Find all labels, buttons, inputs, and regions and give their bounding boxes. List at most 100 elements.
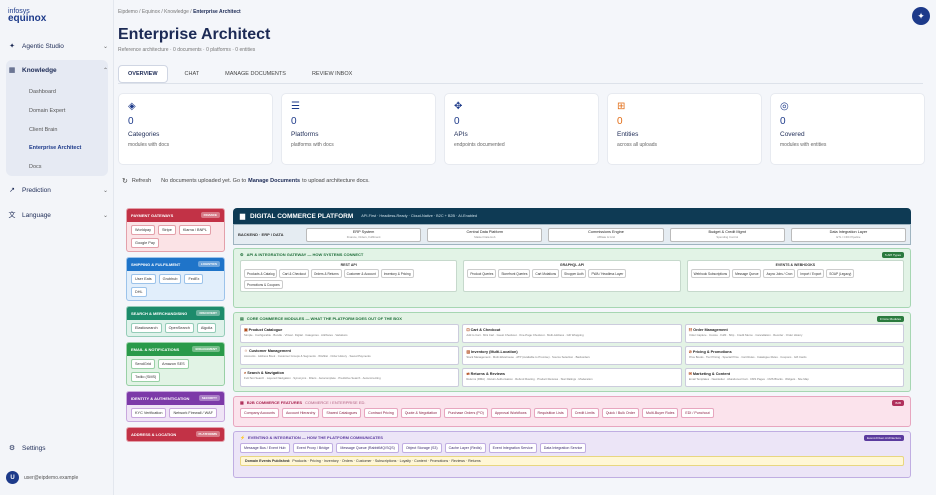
integration-chip[interactable]: User Eats [131, 274, 156, 284]
b2b-feature-chip[interactable]: Contract Pricing [364, 408, 398, 418]
api-chip[interactable]: Product Queries [467, 269, 497, 278]
integration-chip[interactable]: Elasticsearch [131, 323, 162, 333]
breadcrumb-item[interactable]: Eipdemo [118, 9, 138, 15]
integration-chip[interactable]: Klarna / BNPL [178, 225, 211, 235]
core-module-title: ▥ Inventory (Multi-Location) [466, 349, 677, 354]
backend-system[interactable]: Data Integration Layer ETL / CDC Pipeline [790, 227, 907, 242]
core-module-card[interactable]: ⌕ Search & Navigation Full-Text Search · … [240, 368, 460, 387]
b2b-feature-chip[interactable]: Shared Catalogues [322, 408, 362, 418]
api-chip[interactable]: SOAP (Legacy) [826, 269, 855, 278]
integration-chip[interactable]: FedEx [184, 274, 204, 284]
sidebar-subitem-enterprise-architect[interactable]: Enterprise Architect [29, 145, 81, 151]
stat-value: 0 [780, 116, 786, 127]
b2b-feature-chip[interactable]: EDI / Punchout [681, 408, 714, 418]
eventing-service-chip[interactable]: Object Storage (S3) [401, 443, 442, 453]
api-chip[interactable]: Cart Mutations [532, 269, 560, 278]
eventing-service-chip[interactable]: Event Proxy / Bridge [292, 443, 334, 453]
integration-chip[interactable]: Stripe [157, 225, 176, 235]
integration-chip[interactable]: Worldpay [131, 225, 155, 235]
section-body: Elasticsearch OpenSearch Algolia [127, 320, 224, 336]
integration-section: SEARCH & MERCHANDISING DISCOVERY Elasticse… [126, 306, 225, 337]
brand-logo[interactable]: infosys equinox [8, 8, 46, 24]
tab-review-inbox[interactable]: REVIEW INBOX [303, 65, 361, 83]
eventing-service-chip[interactable]: Cache Layer (Redis) [444, 443, 486, 453]
tab-chat[interactable]: CHAT [176, 65, 209, 83]
manage-documents-link[interactable]: Manage Documents [248, 178, 300, 184]
sidebar-subitem-client-brain[interactable]: Client Brain [29, 127, 57, 133]
breadcrumb-item[interactable]: Equinox [142, 9, 160, 15]
dcp-title: DIGITAL COMMERCE PLATFORM [250, 212, 354, 220]
backend-system[interactable]: ERP System Finance, Orders, Fulfilment [306, 227, 422, 242]
core-module-card[interactable]: ▥ Inventory (Multi-Location) Stock Manage… [462, 346, 682, 365]
b2b-feature-chip[interactable]: Quote & Negotiation [400, 408, 442, 418]
section-body: KYC Verification Network Firewall / WAF [127, 405, 224, 421]
integration-chip[interactable]: DHL [131, 287, 147, 297]
api-chip[interactable]: Cart & Checkout [279, 269, 309, 278]
sidebar-item-settings[interactable]: ⚙ Settings [6, 444, 108, 453]
b2b-feature-chip[interactable]: Approval Workflows [490, 408, 531, 418]
core-module-card[interactable]: ⊡ Cart & Checkout Add to Cart · Mini Cart… [462, 324, 682, 343]
backend-system[interactable]: Commissions Engine Affiliate & Grid [548, 227, 664, 242]
integration-chip[interactable]: Twilio (SMS) [131, 372, 161, 382]
b2b-feature-chip[interactable]: Company Accounts [240, 408, 279, 418]
integration-chip[interactable]: OpenSearch [164, 323, 194, 333]
eventing-service-chip[interactable]: Message Queue (RabbitMQ/SQS) [336, 443, 399, 453]
b2b-feature-chip[interactable]: Credit Limits [570, 408, 599, 418]
api-chip[interactable]: Message Queue [732, 269, 762, 278]
api-chip[interactable]: Inventory & Pricing [380, 269, 414, 278]
core-module-card[interactable]: ⊘ Pricing & Promotions Price Books · Tier… [684, 346, 904, 365]
api-chip[interactable]: Import / Export [797, 269, 825, 278]
integration-chip[interactable]: SendGrid [131, 359, 156, 369]
api-chip[interactable]: Shopper Auth [561, 269, 587, 278]
breadcrumb-item[interactable]: Knowledge [164, 9, 189, 15]
eventing-service-chip[interactable]: Message Bus / Event Hub [240, 443, 290, 453]
integration-chip[interactable]: Google Pay [131, 238, 159, 248]
api-chip[interactable]: Storefront Queries [498, 269, 531, 278]
ai-assistant-button[interactable]: ✦ [912, 7, 930, 25]
gateway-tag: 5 API Types [882, 252, 904, 258]
api-chip[interactable]: Webhook Subscriptions [690, 269, 731, 278]
core-module-card[interactable]: ⇄ Returns & Reviews Returns (RMA) · Retur… [462, 368, 682, 387]
backend-system-title: Budget & Credit Mgmt [708, 230, 746, 234]
b2b-feature-chip[interactable]: Purchase Orders (PO) [444, 408, 488, 418]
integration-chip[interactable]: Algolia [196, 323, 217, 333]
api-chip[interactable]: Promotions & Coupons [244, 280, 283, 289]
core-module-card[interactable]: ☺ Customer Management Accounts · Address … [240, 346, 460, 365]
tab-manage-documents[interactable]: MANAGE DOCUMENTS [216, 65, 295, 83]
integration-chip[interactable]: Amazon SES [158, 359, 189, 369]
tab-overview[interactable]: OVERVIEW [118, 64, 168, 83]
api-chip[interactable]: Products & Catalog [244, 269, 278, 278]
sidebar-item-prediction[interactable]: ↗ Prediction ⌄ [6, 186, 108, 195]
core-module-desc: Stock Management · Multi-Warehouse · ATP… [466, 355, 590, 359]
integration-chip[interactable]: KYC Verification [131, 408, 167, 418]
sidebar-item-agentic-studio[interactable]: ✦ Agentic Studio ⌄ [6, 42, 108, 51]
refresh-button[interactable]: ↻ Refresh [122, 177, 151, 185]
sidebar-subitem-dashboard[interactable]: Dashboard [29, 89, 56, 95]
sidebar-subitem-docs[interactable]: Docs [29, 164, 42, 170]
b2b-subtitle: COMMERCE / ENTERPRISE ED. [305, 400, 366, 405]
sparkle-icon: ✦ [9, 43, 15, 50]
api-chip[interactable]: PWA / Headless Layer [588, 269, 627, 278]
api-chip[interactable]: Customer & Account [343, 269, 379, 278]
integration-chip[interactable]: Grubhub [158, 274, 182, 284]
sidebar-item-language[interactable]: 文 Language ⌄ [6, 210, 109, 220]
integration-chip[interactable]: Network Firewall / WAF [169, 408, 217, 418]
sidebar-subitem-domain-expert[interactable]: Domain Expert [29, 108, 65, 114]
backend-system[interactable]: Central Data Platform Master Data Hub [427, 227, 543, 242]
api-chip[interactable]: Orders & Returns [310, 269, 342, 278]
eventing-service-chip[interactable]: Data Integration Service [539, 443, 587, 453]
core-module-card[interactable]: ▣ Product Catalogue Simple · Configurable… [240, 324, 460, 343]
core-module-card[interactable]: ☷ Order Management Order Capture · Invoic… [684, 324, 904, 343]
user-account[interactable]: U user@eipdemo.example [6, 471, 110, 484]
b2b-feature-chip[interactable]: Multi-Buyer Roles [642, 408, 679, 418]
eventing-service-chip[interactable]: Event Integration Service [488, 443, 537, 453]
b2b-feature-chip[interactable]: Requisition Lists [533, 408, 568, 418]
backend-system[interactable]: Budget & Credit Mgmt Spending Control [669, 227, 785, 242]
sidebar-item-label: Knowledge [22, 66, 57, 74]
b2b-feature-chip[interactable]: Quick / Bulk Order [601, 408, 640, 418]
b2b-feature-chip[interactable]: Account Hierarchy [281, 408, 320, 418]
api-chip[interactable]: Async Jobs / Cron [763, 269, 796, 278]
gear-icon: ⚙ [8, 445, 16, 452]
sidebar-item-knowledge[interactable]: ▦ Knowledge ⌃ [6, 66, 108, 75]
core-module-card[interactable]: ✉ Marketing & Content Email Templates · N… [684, 368, 904, 387]
